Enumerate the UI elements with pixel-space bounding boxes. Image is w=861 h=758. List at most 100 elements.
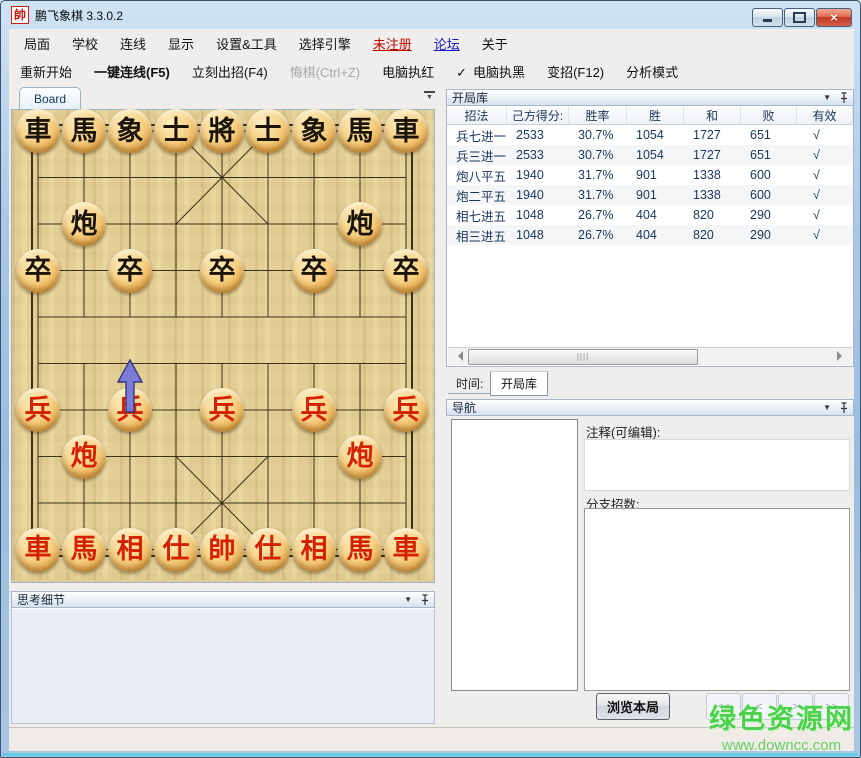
step-button-3: >	[778, 693, 813, 720]
minimize-icon	[763, 19, 772, 22]
column-header[interactable]: 胜率	[569, 106, 627, 125]
valid-check-icon: √	[797, 165, 853, 185]
column-header[interactable]: 和	[684, 106, 741, 125]
red-piece[interactable]: 相	[108, 528, 152, 572]
table-cell: 2533	[507, 125, 569, 145]
opening-library-header: 开局库 ▼	[446, 89, 854, 106]
thinking-panel-header: 思考细节 ▼	[11, 591, 435, 608]
chevron-down-icon[interactable]: ▼	[823, 93, 831, 102]
menu-item-2[interactable]: 学校	[61, 34, 109, 53]
chevron-down-icon[interactable]: ▼	[404, 595, 412, 604]
horizontal-scrollbar[interactable]: ||||	[448, 347, 852, 365]
pin-icon[interactable]	[840, 402, 848, 414]
black-piece[interactable]: 士	[154, 109, 198, 153]
maximize-button[interactable]	[784, 8, 815, 27]
close-button[interactable]: ×	[816, 8, 852, 27]
step-button-2: <	[742, 693, 777, 720]
table-body: 兵七进一253330.7%10541727651√兵三进一253330.7%10…	[447, 125, 853, 245]
red-piece[interactable]: 兵	[200, 388, 244, 432]
branch-moves-box[interactable]	[584, 508, 850, 691]
black-piece[interactable]: 車	[384, 109, 428, 153]
column-header[interactable]: 败	[741, 106, 797, 125]
step-button-4: >>	[814, 693, 849, 720]
column-header[interactable]: 招法	[447, 106, 507, 125]
black-piece[interactable]: 炮	[62, 202, 106, 246]
scroll-left-arrow-icon[interactable]	[453, 351, 463, 361]
xiangqi-board[interactable]: 車馬象士將士象馬車炮炮卒卒卒卒卒兵兵兵兵兵炮炮車馬相仕帥仕相馬車	[12, 110, 434, 580]
red-piece[interactable]: 兵	[384, 388, 428, 432]
column-header[interactable]: 胜	[627, 106, 684, 125]
table-cell: 1338	[684, 185, 741, 205]
chevron-down-icon[interactable]: ▼	[823, 403, 831, 412]
bottom-tab-strip: 时间: 开局库	[446, 371, 854, 395]
black-piece[interactable]: 卒	[384, 249, 428, 293]
opening-library-title: 开局库	[452, 89, 488, 106]
red-piece[interactable]: 炮	[62, 435, 106, 479]
table-cell: 1940	[507, 185, 569, 205]
black-piece[interactable]: 炮	[338, 202, 382, 246]
black-piece[interactable]: 象	[292, 109, 336, 153]
table-row[interactable]: 相七进五104826.7%404820290√	[447, 205, 853, 225]
black-piece[interactable]: 士	[246, 109, 290, 153]
table-cell: 1048	[507, 205, 569, 225]
menu-item-1[interactable]: 局面	[13, 34, 61, 53]
scroll-right-arrow-icon[interactable]	[837, 351, 847, 361]
black-piece[interactable]: 將	[200, 109, 244, 153]
pin-icon[interactable]	[840, 92, 848, 104]
red-piece[interactable]: 炮	[338, 435, 382, 479]
table-row[interactable]: 炮八平五194031.7%9011338600√	[447, 165, 853, 185]
black-piece[interactable]: 卒	[108, 249, 152, 293]
valid-check-icon: √	[797, 185, 853, 205]
toolbar-item-3[interactable]: 立刻出招(F4)	[181, 62, 279, 81]
black-piece[interactable]: 卒	[200, 249, 244, 293]
table-row[interactable]: 兵七进一253330.7%10541727651√	[447, 125, 853, 145]
column-header[interactable]: 有效	[797, 106, 853, 125]
tab-time[interactable]: 时间:	[448, 373, 491, 394]
table-cell: 290	[741, 225, 797, 245]
toolbar-item-5[interactable]: 电脑执红	[371, 62, 445, 81]
red-piece[interactable]: 兵	[292, 388, 336, 432]
pin-icon[interactable]	[421, 594, 429, 606]
menu-item-4[interactable]: 显示	[157, 34, 205, 53]
menu-item-3[interactable]: 连线	[109, 34, 157, 53]
column-header[interactable]: 己方得分:	[507, 106, 569, 125]
comment-textarea[interactable]	[584, 439, 850, 491]
black-piece[interactable]: 車	[16, 109, 60, 153]
minimize-button[interactable]	[752, 8, 783, 27]
table-cell: 相七进五	[447, 205, 507, 225]
toolbar-item-1[interactable]: 重新开始	[9, 62, 83, 81]
red-piece[interactable]: 相	[292, 528, 336, 572]
red-piece[interactable]: 車	[384, 528, 428, 572]
black-piece[interactable]: 象	[108, 109, 152, 153]
browse-game-button[interactable]: 浏览本局	[596, 693, 670, 720]
valid-check-icon: √	[797, 205, 853, 225]
navigation-panel-body: 注释(可编辑): 分支招数:	[446, 416, 854, 691]
toolbar-item-2[interactable]: 一键连线(F5)	[83, 62, 181, 81]
scrollbar-thumb[interactable]: ||||	[468, 349, 698, 365]
menu-item-6[interactable]: 选择引擎	[288, 34, 362, 53]
table-cell: 1940	[507, 165, 569, 185]
red-piece[interactable]: 兵	[16, 388, 60, 432]
red-piece[interactable]: 帥	[200, 528, 244, 572]
tab-board-label: Board	[34, 92, 66, 106]
table-row[interactable]: 兵三进一253330.7%10541727651√	[447, 145, 853, 165]
red-piece[interactable]: 仕	[246, 528, 290, 572]
red-piece[interactable]: 車	[16, 528, 60, 572]
menu-item-5[interactable]: 设置&工具	[205, 34, 288, 53]
table-row[interactable]: 炮二平五194031.7%9011338600√	[447, 185, 853, 205]
move-list[interactable]	[451, 419, 578, 691]
table-row[interactable]: 相三进五104826.7%404820290√	[447, 225, 853, 245]
black-piece[interactable]: 馬	[62, 109, 106, 153]
red-piece[interactable]: 仕	[154, 528, 198, 572]
app-icon-glyph: 帥	[14, 9, 26, 21]
tab-list-dropdown-icon[interactable]: ▼	[424, 91, 435, 102]
black-piece[interactable]: 卒	[292, 249, 336, 293]
tab-board[interactable]: Board	[19, 87, 81, 109]
black-piece[interactable]: 卒	[16, 249, 60, 293]
black-piece[interactable]: 馬	[338, 109, 382, 153]
table-cell: 30.7%	[569, 125, 627, 145]
red-piece[interactable]: 馬	[338, 528, 382, 572]
tab-opening-library[interactable]: 开局库	[490, 371, 548, 396]
red-piece[interactable]: 馬	[62, 528, 106, 572]
menu-item-7[interactable]: 未注册	[362, 34, 423, 53]
